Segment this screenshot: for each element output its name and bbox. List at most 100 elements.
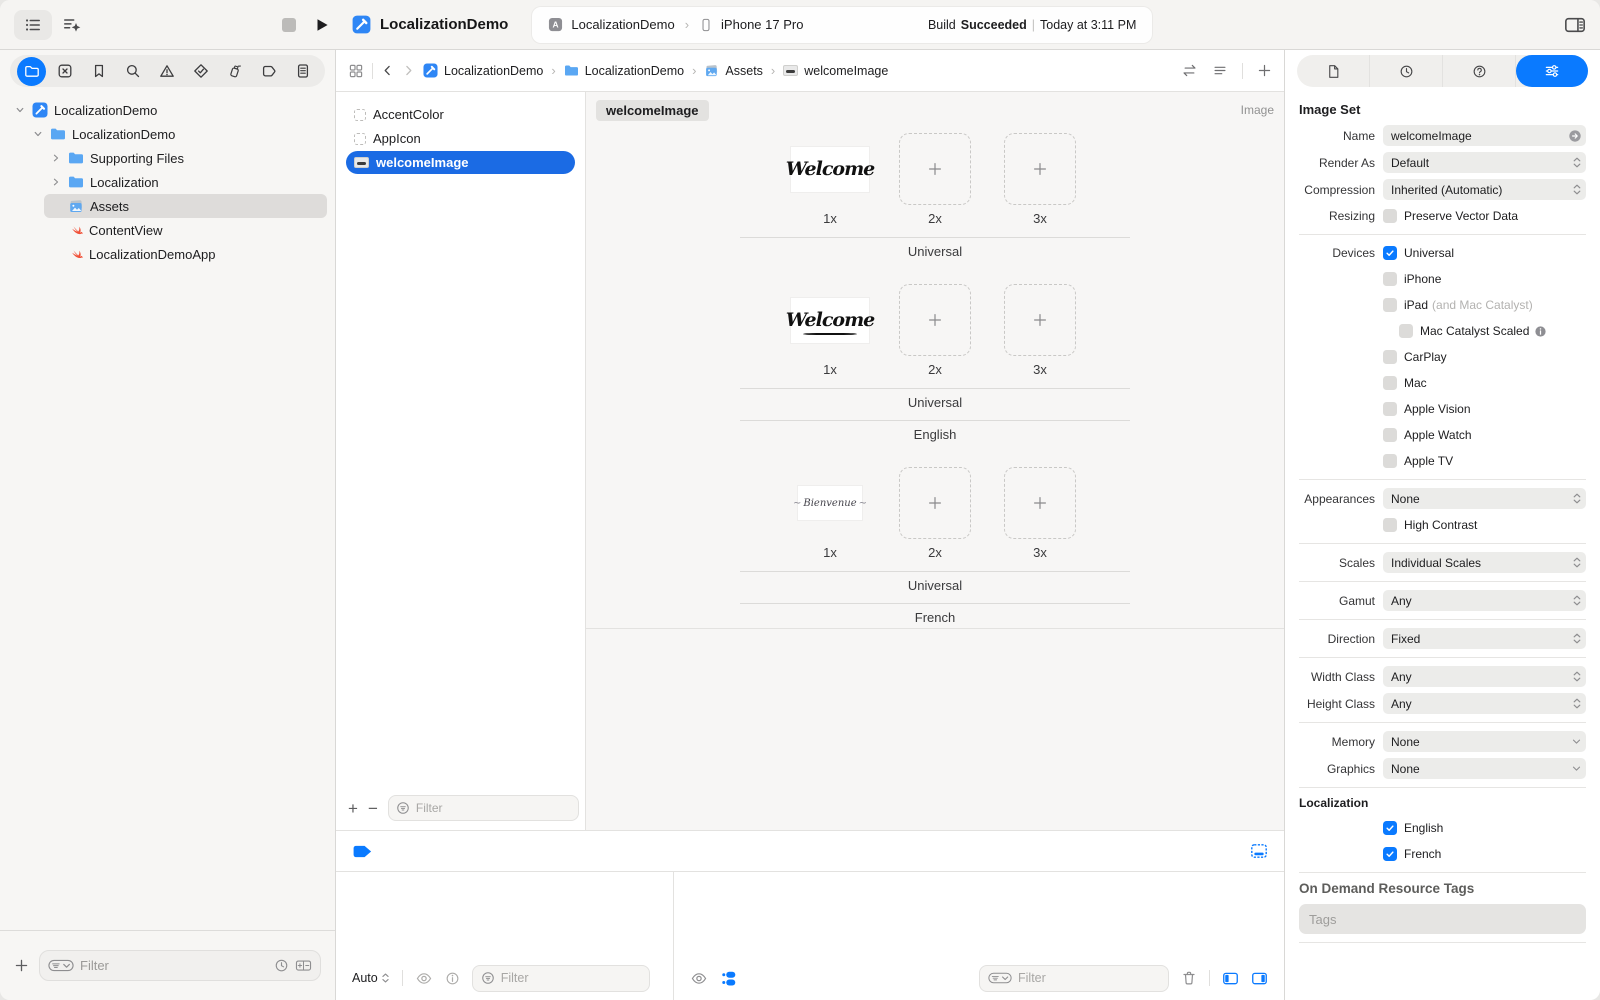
device-ipad-checkbox[interactable] [1383, 298, 1397, 312]
trash-icon[interactable] [1181, 970, 1197, 986]
tag-icon[interactable] [352, 844, 373, 859]
tab-debug-navigator[interactable] [220, 56, 250, 86]
direction-popup[interactable]: Fixed [1383, 628, 1586, 649]
navigator-filter-field[interactable] [39, 950, 321, 981]
tree-item-app-file[interactable]: LocalizationDemoApp [44, 242, 327, 266]
show-slicing-icon[interactable] [720, 970, 737, 987]
tab-reports-navigator[interactable] [288, 56, 318, 86]
device-mac-checkbox[interactable] [1383, 376, 1397, 390]
device-universal-checkbox[interactable] [1383, 246, 1397, 260]
preserve-vector-checkbox[interactable] [1383, 209, 1397, 223]
tab-find-navigator[interactable] [118, 56, 148, 86]
image-slot-2x-empty[interactable] [899, 133, 971, 205]
tab-help-inspector[interactable] [1443, 55, 1516, 87]
tab-history-inspector[interactable] [1370, 55, 1443, 87]
eye-icon[interactable] [415, 971, 433, 986]
recents-clock-icon[interactable] [274, 958, 289, 973]
plus-minus-filter-icon[interactable] [295, 958, 312, 973]
asset-item-welcomeimage[interactable]: welcomeImage [346, 151, 575, 174]
go-arrow-icon[interactable] [1568, 129, 1582, 143]
device-apple-vision-checkbox[interactable] [1383, 402, 1397, 416]
scheme-destination-pill[interactable]: A LocalizationDemo › iPhone 17 Pro Build… [532, 7, 1152, 43]
lower-right-filter-input[interactable] [1018, 971, 1160, 985]
add-editor-icon[interactable] [1257, 63, 1272, 78]
device-mac-catalyst-scaled-checkbox[interactable] [1399, 324, 1413, 338]
tab-breakpoints-navigator[interactable] [254, 56, 284, 86]
run-button[interactable] [314, 17, 330, 33]
device-display-icon[interactable] [1250, 843, 1268, 859]
panel-right-icon[interactable] [1251, 971, 1268, 986]
tree-item-project-root[interactable]: LocalizationDemo [8, 98, 327, 122]
inspector-toggle-button[interactable] [1564, 15, 1586, 35]
scales-popup[interactable]: Individual Scales [1383, 552, 1586, 573]
memory-dropdown[interactable]: None [1383, 731, 1586, 752]
info-icon[interactable] [445, 971, 460, 986]
forward-chevron-icon[interactable] [402, 64, 415, 77]
run-destination[interactable]: iPhone 17 Pro [721, 17, 803, 32]
tree-item-localization[interactable]: Localization [44, 170, 327, 194]
breadcrumb-item[interactable]: welcomeImage [804, 64, 888, 78]
tab-bookmarks-navigator[interactable] [84, 56, 114, 86]
breadcrumb-item[interactable]: LocalizationDemo [444, 64, 543, 78]
back-chevron-icon[interactable] [381, 64, 394, 77]
tree-item-contentview[interactable]: ContentView [44, 218, 327, 242]
image-slot-1x-filled[interactable]: Welcome [791, 298, 869, 343]
image-slot-3x-empty[interactable] [1004, 284, 1076, 356]
render-as-popup[interactable]: Default [1383, 152, 1586, 173]
gamut-popup[interactable]: Any [1383, 590, 1586, 611]
tab-project-navigator[interactable] [17, 57, 46, 86]
tree-item-supporting-files[interactable]: Supporting Files [44, 146, 327, 170]
tab-file-inspector[interactable] [1297, 55, 1370, 87]
localization-french-checkbox[interactable] [1383, 847, 1397, 861]
device-apple-tv-checkbox[interactable] [1383, 454, 1397, 468]
tab-changes-navigator[interactable] [50, 56, 80, 86]
tab-attributes-inspector[interactable] [1516, 55, 1588, 87]
image-slot-2x-empty[interactable] [899, 467, 971, 539]
chevron-right-icon[interactable] [50, 153, 62, 163]
high-contrast-checkbox[interactable] [1383, 518, 1397, 532]
localization-english-checkbox[interactable] [1383, 821, 1397, 835]
lower-left-filter-input[interactable] [501, 971, 641, 985]
breadcrumb-item[interactable]: LocalizationDemo [585, 64, 684, 78]
tab-tests-navigator[interactable] [186, 56, 216, 86]
image-slot-3x-empty[interactable] [1004, 467, 1076, 539]
graphics-dropdown[interactable]: None [1383, 758, 1586, 779]
image-slot-3x-empty[interactable] [1004, 133, 1076, 205]
scheme-selector[interactable]: A LocalizationDemo › iPhone 17 Pro [548, 17, 803, 32]
chevron-down-icon[interactable] [32, 129, 44, 139]
width-class-popup[interactable]: Any [1383, 666, 1586, 687]
stop-button[interactable] [282, 18, 296, 32]
remove-asset-button[interactable]: − [368, 800, 378, 817]
chevron-right-icon[interactable] [50, 177, 62, 187]
asset-filter-field[interactable] [388, 795, 579, 821]
compose-intelligence-button[interactable] [62, 15, 82, 35]
info-filled-icon[interactable] [1534, 325, 1547, 338]
asset-item-accentcolor[interactable]: AccentColor [346, 103, 575, 126]
device-iphone-checkbox[interactable] [1383, 272, 1397, 286]
navigator-toggle-button[interactable] [14, 10, 52, 40]
auto-popup[interactable]: Auto [352, 971, 390, 985]
device-carplay-checkbox[interactable] [1383, 350, 1397, 364]
chevron-down-icon[interactable] [14, 105, 26, 115]
image-slot-1x-filled[interactable]: Welcome [791, 147, 869, 192]
tree-item-assets[interactable]: Assets [44, 194, 327, 218]
add-asset-button[interactable]: + [348, 800, 358, 817]
name-field[interactable]: welcomeImage [1383, 125, 1586, 146]
eye-icon[interactable] [690, 971, 708, 986]
tab-issues-navigator[interactable] [152, 56, 182, 86]
image-slot-2x-empty[interactable] [899, 284, 971, 356]
breadcrumb-item[interactable]: Assets [725, 64, 763, 78]
image-slot-1x-filled[interactable]: Bienvenue [798, 486, 862, 520]
appearances-popup[interactable]: None [1383, 488, 1586, 509]
compression-popup[interactable]: Inherited (Automatic) [1383, 179, 1586, 200]
odr-tags-field[interactable]: Tags [1299, 904, 1586, 934]
lower-right-filter-field[interactable] [979, 965, 1169, 992]
add-button[interactable] [14, 958, 29, 973]
asset-filter-input[interactable] [416, 801, 571, 815]
lower-left-filter-field[interactable] [472, 965, 650, 992]
related-items-grid-icon[interactable] [348, 63, 364, 79]
height-class-popup[interactable]: Any [1383, 693, 1586, 714]
editor-options-icon[interactable] [1212, 63, 1228, 78]
asset-item-appicon[interactable]: AppIcon [346, 127, 575, 150]
tree-item-group[interactable]: LocalizationDemo [26, 122, 327, 146]
